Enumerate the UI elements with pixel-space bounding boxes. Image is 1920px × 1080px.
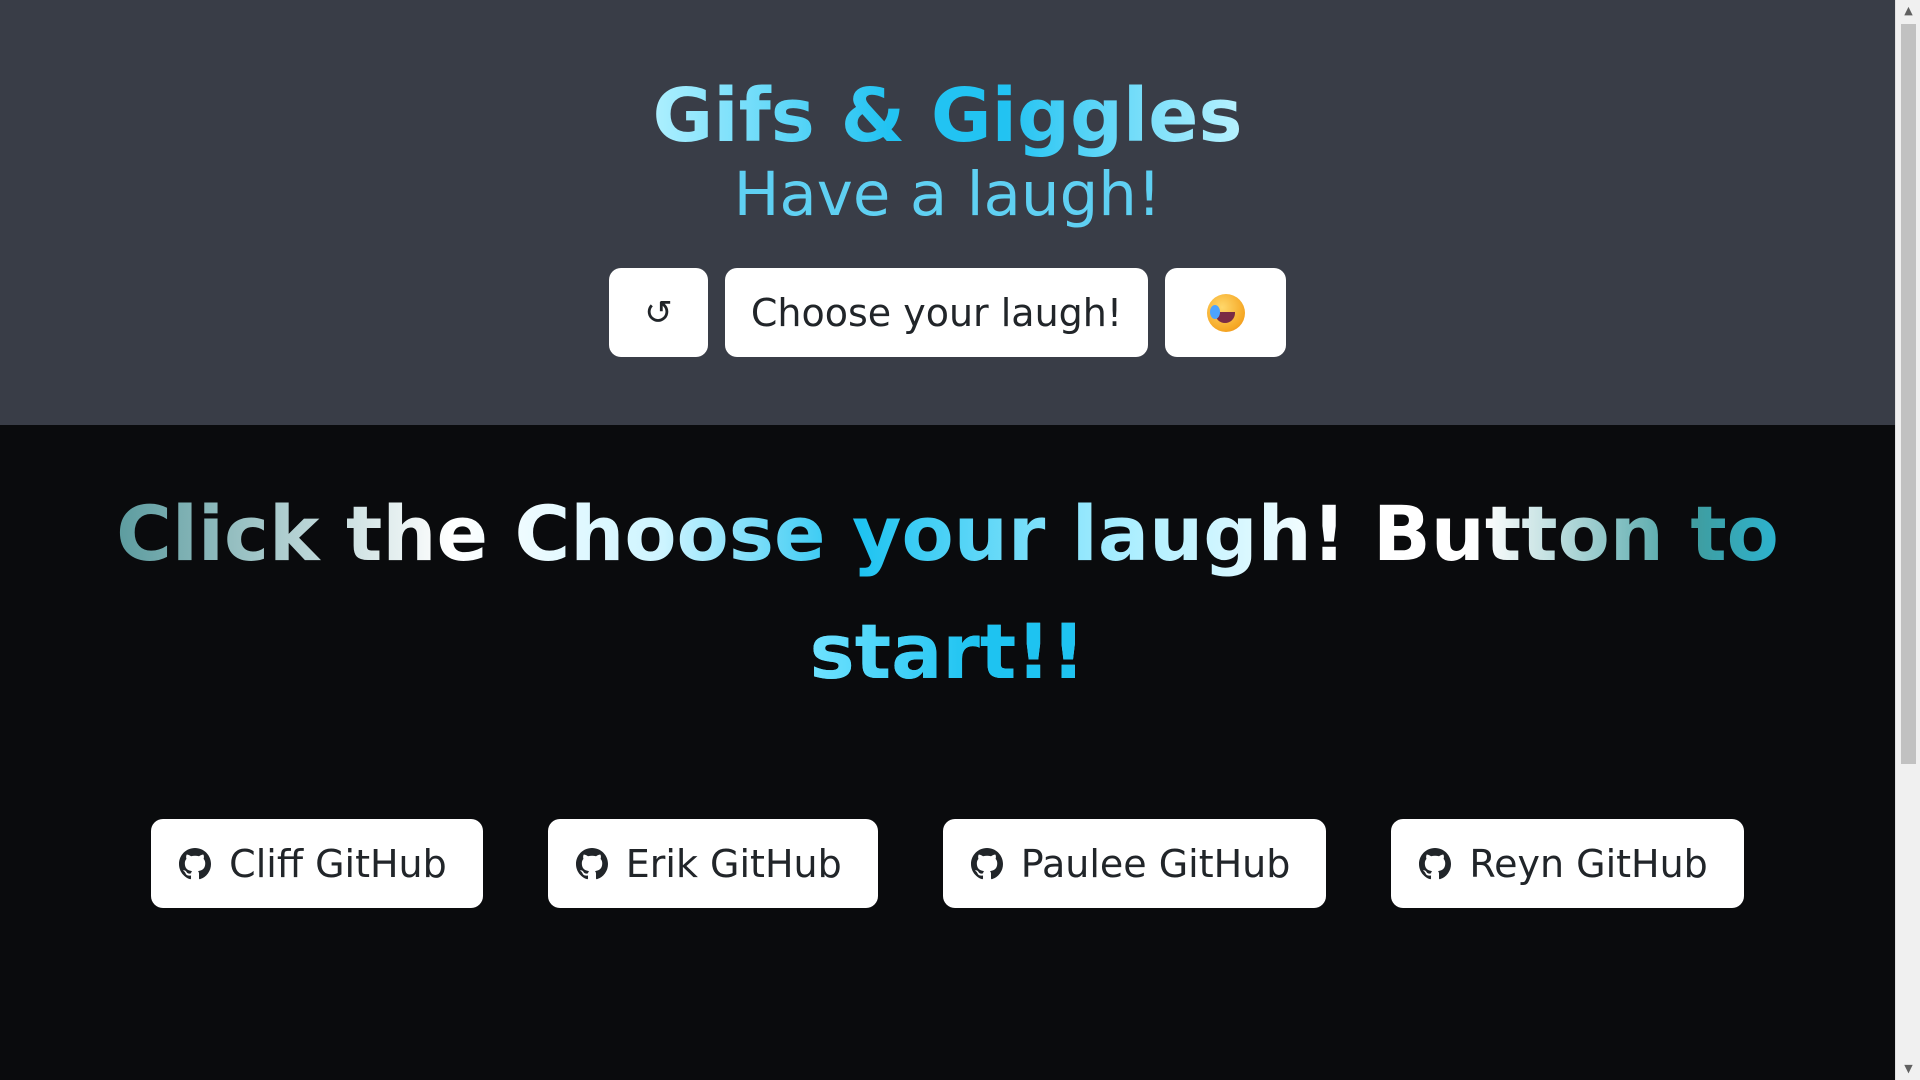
- vertical-scrollbar[interactable]: ▲ ▼: [1895, 0, 1920, 1080]
- github-link-label: Cliff GitHub: [229, 841, 447, 886]
- choose-laugh-button[interactable]: Choose your laugh!: [725, 268, 1148, 357]
- scrollbar-thumb[interactable]: [1901, 24, 1916, 764]
- call-to-action: Click the Choose your laugh! Button to s…: [58, 475, 1838, 711]
- scroll-up-arrow-icon[interactable]: ▲: [1896, 0, 1920, 22]
- refresh-icon: ↺: [644, 292, 673, 333]
- controls: ↺ Choose your laugh!: [0, 268, 1895, 357]
- github-icon: [179, 847, 212, 879]
- github-icon: [575, 847, 608, 879]
- cta-line-2: start!!: [810, 593, 1086, 711]
- github-link-erik[interactable]: Erik GitHub: [547, 819, 878, 908]
- github-link-cliff[interactable]: Cliff GitHub: [151, 819, 483, 908]
- github-link-label: Erik GitHub: [625, 841, 842, 886]
- cta-line-1: Click the Choose your laugh! Button to: [116, 489, 1779, 578]
- site-title: Gifs & Giggles: [652, 73, 1243, 159]
- refresh-button[interactable]: ↺: [609, 268, 708, 357]
- rolling-on-floor-laughing-icon: [1206, 293, 1245, 332]
- github-icon: [970, 847, 1003, 879]
- github-links: Cliff GitHub Erik GitHub Paulee GitHub R…: [0, 819, 1895, 908]
- github-link-label: Reyn GitHub: [1469, 841, 1708, 886]
- github-link-reyn[interactable]: Reyn GitHub: [1391, 819, 1744, 908]
- emoji-button[interactable]: [1165, 268, 1286, 357]
- site-subtitle: Have a laugh!: [733, 159, 1162, 230]
- scroll-down-arrow-icon[interactable]: ▼: [1896, 1058, 1920, 1080]
- github-link-paulee[interactable]: Paulee GitHub: [942, 819, 1327, 908]
- header: Gifs & Giggles Have a laugh! ↺ Choose yo…: [0, 0, 1895, 425]
- main-content: Click the Choose your laugh! Button to s…: [0, 425, 1895, 908]
- github-icon: [1419, 847, 1452, 879]
- page: Gifs & Giggles Have a laugh! ↺ Choose yo…: [0, 0, 1895, 1080]
- github-link-label: Paulee GitHub: [1020, 841, 1291, 886]
